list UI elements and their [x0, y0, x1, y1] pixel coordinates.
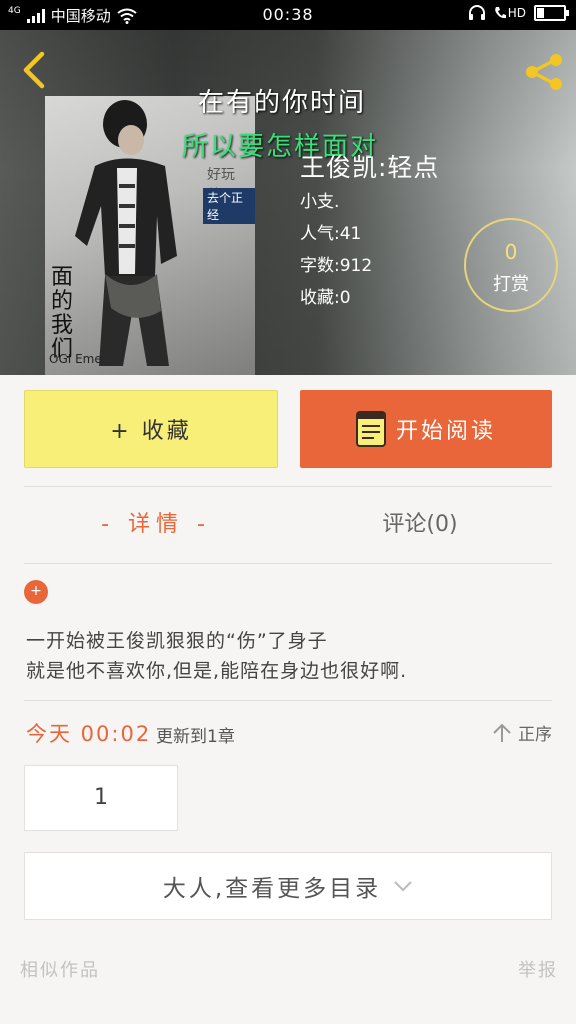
popularity-stat: 人气:41	[300, 224, 362, 244]
description-line: 就是他不喜欢你,但是,能陪在身边也很好啊.	[26, 660, 408, 682]
add-favorite-label: + 收藏	[110, 419, 192, 444]
word-count-stat: 字数:912	[300, 256, 373, 276]
start-reading-label: 开始阅读	[395, 419, 496, 444]
more-catalog-label: 大人,查看更多目录	[162, 876, 382, 902]
chapter-item[interactable]: 1	[24, 765, 178, 831]
update-time: 今天 00:02	[26, 722, 152, 746]
divider	[24, 700, 552, 701]
battery-icon	[534, 5, 569, 21]
chevron-down-icon	[394, 881, 412, 892]
more-catalog-button[interactable]: 大人,查看更多目录	[24, 852, 552, 920]
book-meta: 小支. 人气:41 字数:912 收藏:0	[300, 186, 372, 314]
sort-order-button[interactable]: 正序	[492, 720, 552, 745]
book-description: 一开始被王俊凯狠狠的“伤”了身子 就是他不喜欢你,但是,能陪在身边也很好啊.	[26, 626, 552, 686]
reward-count: 0	[504, 240, 518, 264]
favorites-stat: 收藏:0	[300, 288, 351, 308]
hd-call-indicator: HD	[494, 6, 526, 20]
update-row: 今天 00:02 更新到1章 正序	[24, 714, 552, 750]
cover-caption: 去个正经	[203, 188, 255, 224]
divider	[24, 563, 552, 564]
tab-details[interactable]: - 详情 -	[24, 502, 288, 548]
divider	[24, 486, 552, 487]
share-icon[interactable]	[520, 50, 568, 94]
cover-overlay-text: 在有的你时间	[198, 88, 367, 118]
back-arrow-icon[interactable]	[14, 48, 54, 92]
book-icon	[355, 411, 386, 447]
book-header: 好玩儿? 去个正经 面的我们 OGI Eme 在有的你时间 所以要怎样面对 王俊…	[0, 30, 576, 375]
author-name[interactable]: 小支.	[300, 186, 372, 218]
phone-icon	[494, 7, 506, 19]
update-status: 更新到1章	[156, 727, 235, 747]
cover-caption: 面的我们	[51, 265, 74, 362]
description-line: 一开始被王俊凯狠狠的“伤”了身子	[26, 630, 328, 652]
headset-icon	[468, 5, 485, 20]
book-title: 王俊凯:轻点	[300, 153, 440, 182]
similar-works-link[interactable]: 相似作品	[20, 956, 100, 982]
status-right: HD	[468, 5, 569, 21]
tab-comments[interactable]: 评论(0)	[288, 502, 552, 548]
hd-label: HD	[507, 6, 526, 20]
reward-button[interactable]: 0 打赏	[464, 218, 558, 312]
report-link[interactable]: 举报	[518, 956, 558, 982]
status-bar: 4G 中国移动 00:38 HD	[0, 0, 576, 30]
reward-label: 打赏	[493, 274, 529, 295]
cover-caption: OGI Eme	[49, 352, 102, 366]
expand-badge[interactable]: +	[24, 580, 48, 604]
add-favorite-button[interactable]: + 收藏	[24, 390, 278, 468]
sort-order-label: 正序	[518, 725, 552, 745]
arrow-up-icon	[493, 723, 511, 742]
start-reading-button[interactable]: 开始阅读	[300, 390, 552, 468]
